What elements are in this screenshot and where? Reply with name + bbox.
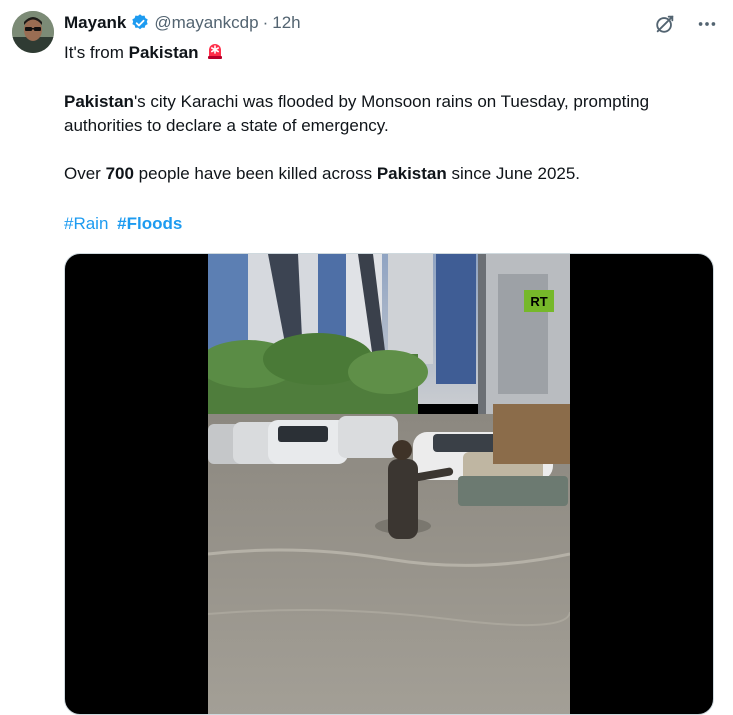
tweet-actions-top (653, 12, 719, 36)
paragraph-2: Over 700 people have been killed across … (64, 164, 581, 183)
hashtag-rain[interactable]: #Rain (64, 214, 108, 233)
separator-dot: · (262, 13, 269, 32)
tweet-first-line: It's from Pakistan (64, 40, 225, 66)
hashtags: #Rain #Floods (64, 214, 186, 234)
paragraph-1: Pakistan's city Karachi was flooded by M… (64, 92, 650, 135)
hashtag-floods[interactable]: #Floods (117, 214, 182, 233)
avatar[interactable] (12, 11, 54, 53)
svg-text:RT: RT (530, 294, 547, 309)
user-handle[interactable]: @mayankcdp (154, 13, 258, 33)
more-options-icon[interactable] (695, 12, 719, 36)
post-time[interactable]: 12h (272, 13, 300, 33)
siren-icon (205, 40, 225, 66)
grok-icon[interactable] (653, 12, 677, 36)
first-line-text: It's from Pakistan (64, 43, 199, 62)
verified-badge-icon (130, 13, 150, 33)
tweet: Mayank @mayankcdp · 12h It's from Pakist… (0, 0, 733, 715)
user-name[interactable]: Mayank (64, 13, 126, 33)
media-container[interactable]: RT (64, 253, 714, 715)
tweet-body: Pakistan's city Karachi was flooded by M… (64, 90, 704, 210)
tweet-header: Mayank @mayankcdp · 12h (64, 12, 301, 34)
video-frame[interactable]: RT (208, 254, 570, 714)
